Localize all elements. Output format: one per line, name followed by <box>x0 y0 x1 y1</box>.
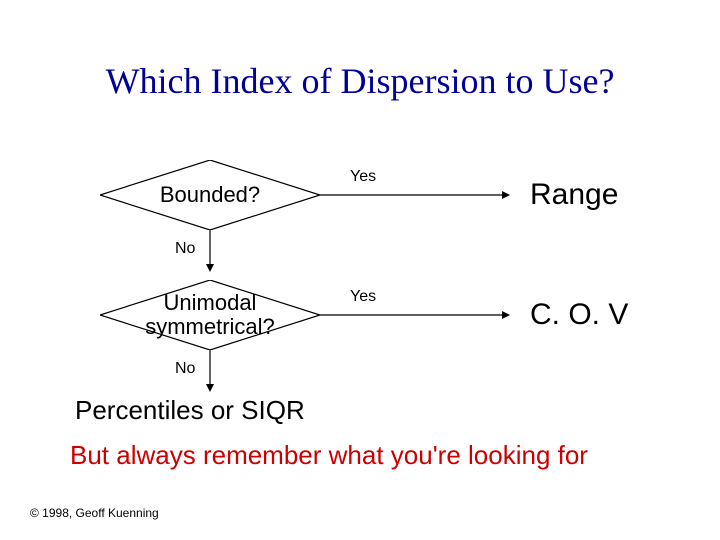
arrow-unimodal-yes <box>320 310 510 322</box>
arrow-bounded-no <box>205 230 217 272</box>
slide-title: Which Index of Dispersion to Use? <box>0 60 720 102</box>
decision-bounded-label: Bounded? <box>100 160 320 230</box>
label-bounded-yes: Yes <box>350 168 376 186</box>
decision-bounded: Bounded? <box>100 160 320 230</box>
outcome-cov: C. O. V <box>530 298 628 332</box>
decision-unimodal: Unimodal symmetrical? <box>100 280 320 350</box>
outcome-percentiles: Percentiles or SIQR <box>75 395 305 426</box>
copyright: © 1998, Geoff Kuenning <box>30 506 159 520</box>
decision-unimodal-label: Unimodal symmetrical? <box>100 280 320 350</box>
arrow-bounded-yes <box>320 190 510 202</box>
arrow-unimodal-no <box>205 350 217 392</box>
footer-note: But always remember what you're looking … <box>70 440 588 471</box>
label-unimodal-yes: Yes <box>350 288 376 306</box>
label-bounded-no: No <box>175 240 195 258</box>
label-unimodal-no: No <box>175 360 195 378</box>
outcome-range: Range <box>530 178 618 212</box>
